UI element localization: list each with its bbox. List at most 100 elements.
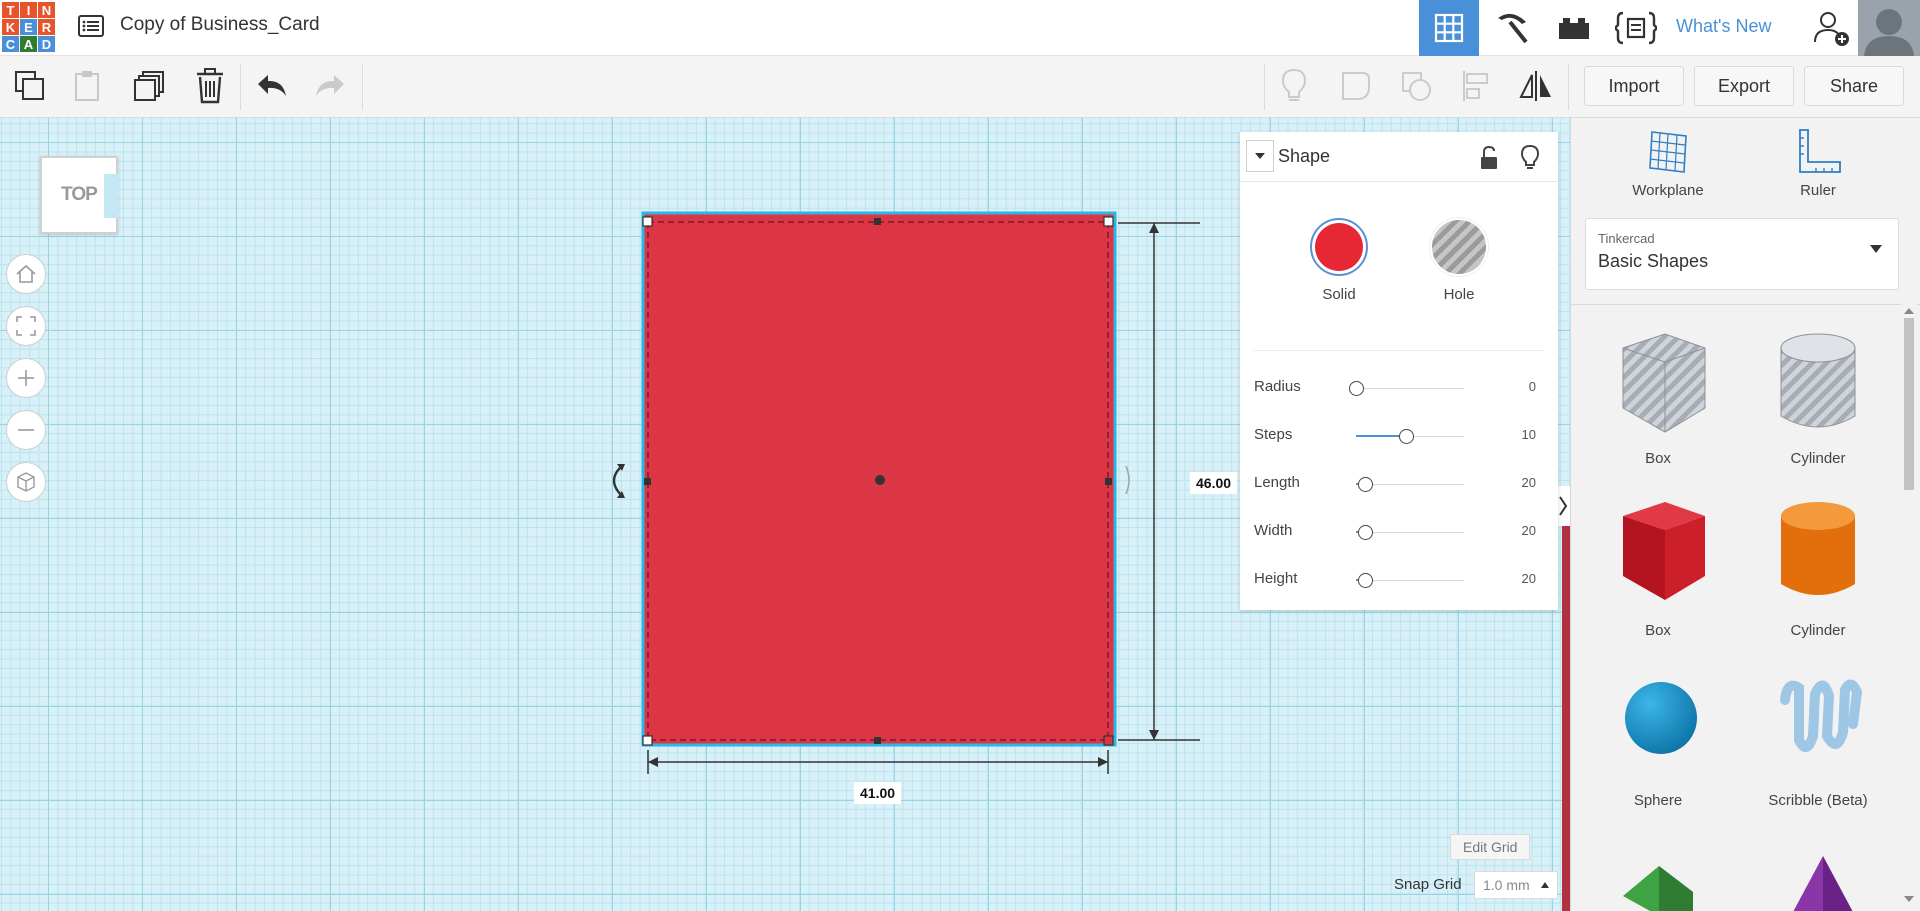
- workplane-label: Workplane: [1632, 182, 1704, 199]
- mirror-icon: [1519, 71, 1551, 101]
- scroll-down-icon[interactable]: [1904, 896, 1914, 904]
- dimension-arrow: [1149, 730, 1159, 740]
- code-blocks-button[interactable]: [1606, 0, 1666, 56]
- corner-handle[interactable]: [642, 735, 653, 746]
- corner-handle[interactable]: [1103, 735, 1114, 746]
- solid-swatch[interactable]: [1310, 218, 1368, 276]
- caret-down-icon: [1255, 153, 1265, 159]
- copy-button[interactable]: [8, 64, 52, 108]
- toolbar-divider: [1264, 64, 1265, 110]
- lightbulb-icon[interactable]: [1520, 144, 1540, 172]
- rotate-handle-icon[interactable]: [612, 465, 623, 497]
- scribble-icon: [1780, 679, 1863, 752]
- share-button[interactable]: Share: [1804, 66, 1904, 106]
- invite-user-button[interactable]: [1802, 0, 1862, 56]
- library-source-label: Tinkercad: [1598, 231, 1655, 246]
- dimension-arrow: [1098, 757, 1108, 767]
- edit-grid-button[interactable]: Edit Grid: [1450, 834, 1531, 860]
- purple-pyramid-icon[interactable]: [1777, 852, 1867, 911]
- edge-handle[interactable]: [644, 478, 651, 485]
- redo-button[interactable]: [308, 64, 352, 108]
- snap-grid-select[interactable]: 1.0 mm: [1474, 871, 1558, 899]
- group-button[interactable]: [1334, 64, 1378, 108]
- scroll-up-icon[interactable]: [1904, 306, 1914, 314]
- shape-box[interactable]: Box: [1583, 496, 1733, 646]
- property-slider-knob[interactable]: [1398, 429, 1414, 444]
- property-value[interactable]: 20: [1522, 475, 1536, 490]
- trash-icon: [197, 68, 223, 104]
- whats-new-link[interactable]: What's New: [1676, 16, 1771, 37]
- property-value[interactable]: 0: [1529, 379, 1536, 394]
- property-row-height: Height 20: [1254, 568, 1544, 592]
- show-all-button[interactable]: [1272, 64, 1316, 108]
- property-value[interactable]: 20: [1522, 523, 1536, 538]
- shape-label: Cylinder: [1790, 450, 1846, 467]
- align-icon: [1463, 71, 1488, 101]
- shape-sphere[interactable]: Sphere: [1583, 668, 1733, 818]
- duplicate-button[interactable]: [128, 64, 172, 108]
- inspector-collapse-button[interactable]: [1246, 140, 1274, 172]
- ungroup-button[interactable]: [1394, 64, 1438, 108]
- top-bar: T I N K E R C A D Copy of Business_Card: [0, 0, 1920, 56]
- toolbar-divider: [362, 64, 363, 110]
- library-scrollbar-thumb[interactable]: [1904, 318, 1914, 490]
- document-title[interactable]: Copy of Business_Card: [120, 14, 320, 36]
- mirror-button[interactable]: [1514, 64, 1558, 108]
- import-button[interactable]: Import: [1584, 66, 1684, 106]
- ruler-tool[interactable]: Ruler: [1743, 128, 1893, 220]
- paste-button[interactable]: [66, 64, 110, 108]
- property-slider-track[interactable]: [1356, 388, 1464, 389]
- property-slider-knob[interactable]: [1357, 573, 1373, 588]
- cylinder-hole-icon: [1780, 333, 1856, 428]
- shape-scribble[interactable]: Scribble (Beta): [1743, 668, 1893, 818]
- dimension-arrow: [1149, 223, 1159, 233]
- unlock-icon[interactable]: [1478, 146, 1500, 170]
- property-slider-knob[interactable]: [1357, 525, 1373, 540]
- property-slider-knob[interactable]: [1349, 381, 1364, 396]
- property-row-steps: Steps 10: [1254, 424, 1544, 448]
- user-avatar[interactable]: [1858, 0, 1920, 56]
- width-dimension-label[interactable]: 41.00: [854, 782, 902, 804]
- undo-button[interactable]: [250, 64, 294, 108]
- shape-cylinder-hole[interactable]: Cylinder: [1743, 324, 1893, 474]
- shape-box-hole[interactable]: Box: [1583, 324, 1733, 474]
- length-dimension-label[interactable]: 46.00: [1190, 472, 1238, 494]
- corner-handle[interactable]: [1103, 216, 1114, 227]
- tinkercad-logo[interactable]: T I N K E R C A D: [2, 2, 56, 53]
- bricks-view-button[interactable]: [1544, 0, 1604, 56]
- workplane-icon: [1649, 131, 1687, 173]
- shape-label: Box: [1645, 622, 1671, 639]
- corner-handle[interactable]: [642, 216, 653, 227]
- hole-swatch[interactable]: [1430, 218, 1488, 276]
- shape-category-select[interactable]: Tinkercad Basic Shapes: [1585, 218, 1899, 290]
- code-blocks-icon: [1615, 11, 1657, 45]
- ungroup-icon: [1402, 72, 1431, 101]
- rotate-handle-faint-icon[interactable]: [1125, 465, 1130, 495]
- edge-handle[interactable]: [874, 737, 881, 744]
- 3d-design-view-button[interactable]: [1419, 0, 1479, 56]
- center-handle[interactable]: [875, 475, 885, 485]
- minecraft-view-button[interactable]: [1482, 0, 1542, 56]
- workplane-tool[interactable]: Workplane: [1593, 128, 1743, 220]
- edge-handle[interactable]: [1105, 478, 1112, 485]
- property-value[interactable]: 10: [1522, 427, 1536, 442]
- property-row-width: Width 20: [1254, 520, 1544, 544]
- align-button[interactable]: [1454, 64, 1498, 108]
- property-slider-knob[interactable]: [1357, 477, 1373, 492]
- delete-button[interactable]: [188, 64, 232, 108]
- inspector-header: Shape: [1240, 132, 1558, 182]
- property-label: Length: [1254, 474, 1300, 491]
- panel-collapse-toggle[interactable]: [1556, 486, 1570, 526]
- export-button[interactable]: Export: [1694, 66, 1794, 106]
- design-list-button[interactable]: [74, 10, 108, 42]
- hole-label: Hole: [1443, 286, 1475, 303]
- shape-cylinder[interactable]: Cylinder: [1743, 496, 1893, 646]
- green-roof-icon[interactable]: [1613, 856, 1703, 911]
- property-label: Width: [1254, 522, 1293, 539]
- edge-handle[interactable]: [874, 218, 881, 225]
- copy-icon: [15, 71, 44, 100]
- add-user-icon: [1814, 12, 1849, 46]
- logo-letter: N: [38, 2, 55, 18]
- property-value[interactable]: 20: [1522, 571, 1536, 586]
- ruler-label: Ruler: [1800, 182, 1836, 199]
